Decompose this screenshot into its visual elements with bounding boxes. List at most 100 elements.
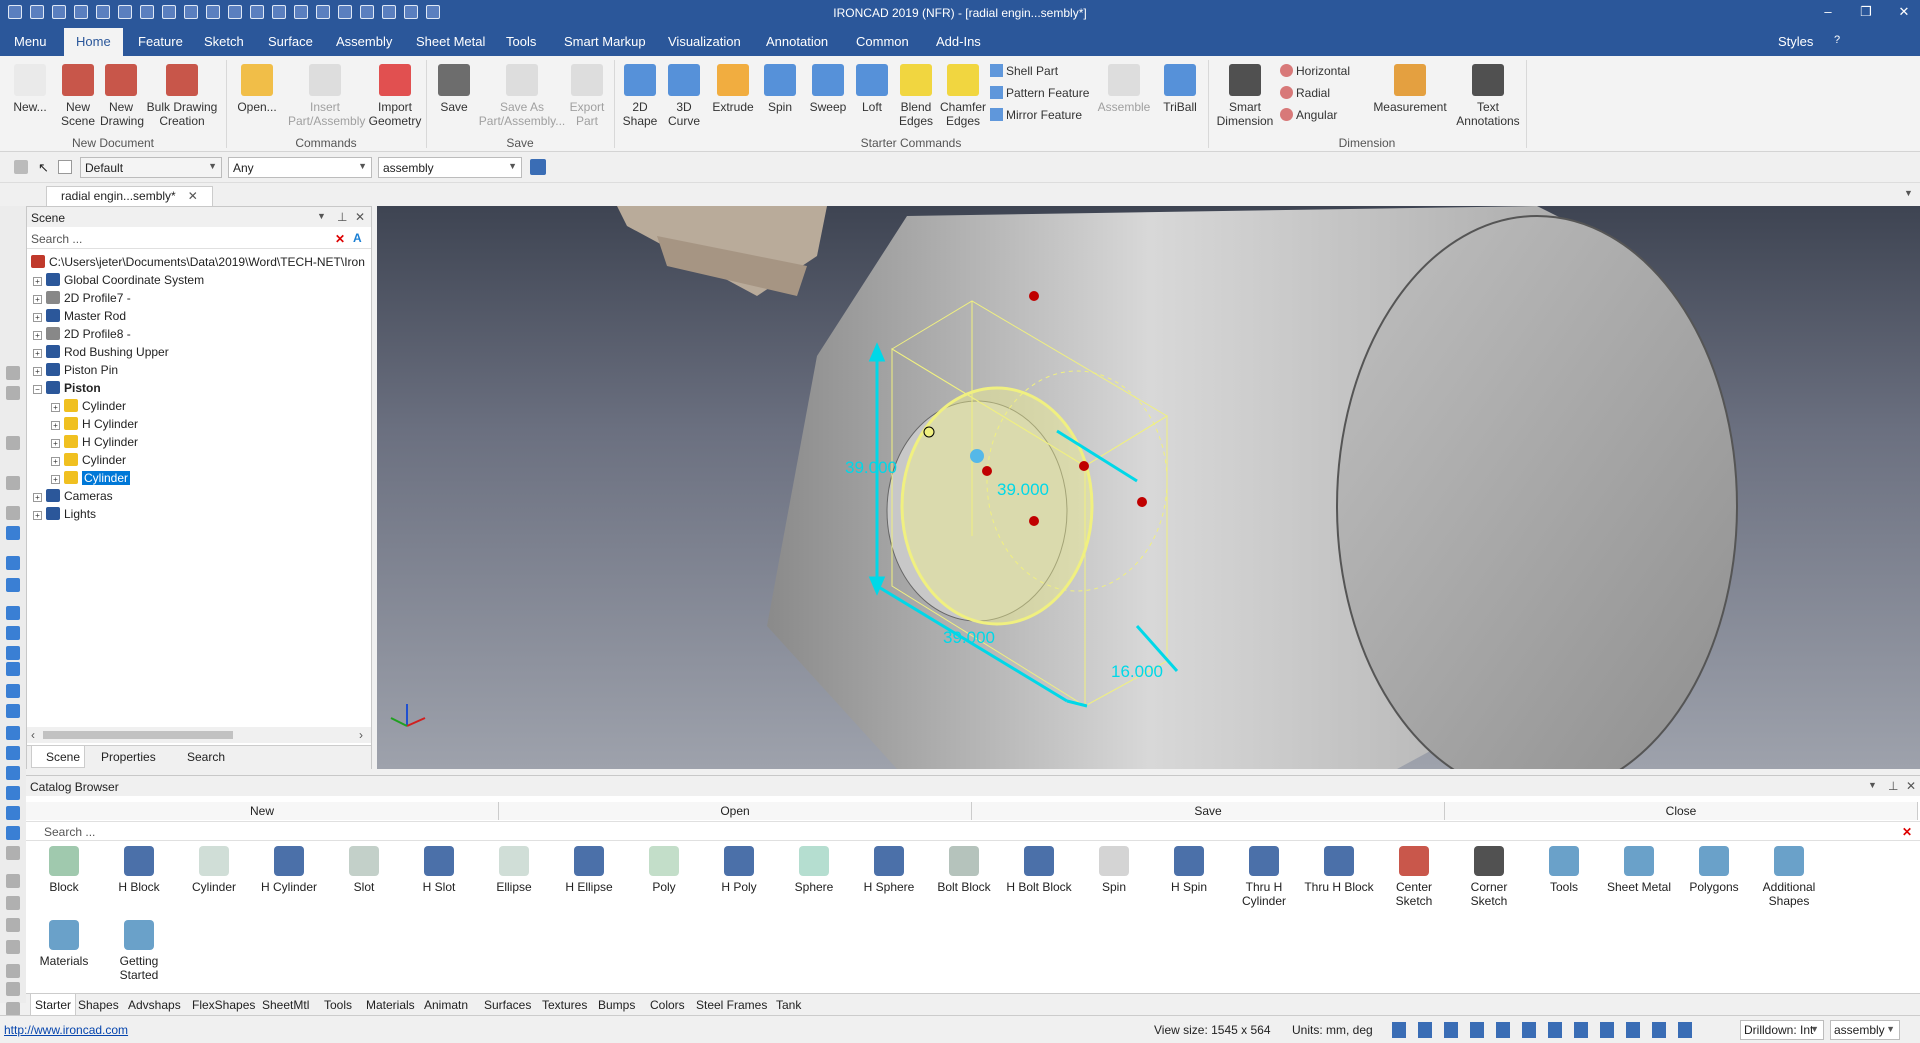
catalog-tab-sheetmtl[interactable]: SheetMtl bbox=[262, 998, 309, 1012]
catalog-item-center-sketch[interactable]: Center Sketch bbox=[1377, 846, 1451, 908]
select-filter-icon[interactable] bbox=[14, 160, 28, 174]
tool-icon[interactable] bbox=[6, 684, 20, 698]
ribbon-button-export-part[interactable]: Export Part bbox=[566, 64, 608, 128]
catalog-item-sphere[interactable]: Sphere bbox=[777, 846, 851, 894]
tool-icon[interactable] bbox=[6, 726, 20, 740]
document-tab[interactable]: radial engin...sembly* ✕ bbox=[46, 186, 213, 206]
ribbon-button-bulk-drawing-creation[interactable]: Bulk Drawing Creation bbox=[146, 64, 218, 128]
small-button-radial[interactable]: Radial bbox=[1280, 86, 1330, 100]
ribbon-button-open-[interactable]: Open... bbox=[232, 64, 282, 114]
tool-icon[interactable] bbox=[6, 476, 20, 490]
tree-item[interactable]: + Cameras bbox=[33, 489, 113, 503]
catalog-tab-surfaces[interactable]: Surfaces bbox=[484, 998, 531, 1012]
tool-icon[interactable] bbox=[6, 386, 20, 400]
catalog-tab-tank[interactable]: Tank bbox=[776, 998, 801, 1012]
catalog-item-slot[interactable]: Slot bbox=[327, 846, 401, 894]
tool-icon[interactable] bbox=[6, 366, 20, 380]
tool-icon[interactable] bbox=[6, 436, 20, 450]
ribbon-button-smart-dimension[interactable]: Smart Dimension bbox=[1212, 64, 1278, 128]
expand-icon[interactable]: + bbox=[33, 313, 42, 322]
catalog-item-sheet-metal[interactable]: Sheet Metal bbox=[1602, 846, 1676, 894]
tree-item[interactable]: + H Cylinder bbox=[51, 435, 138, 449]
quick-access-icon[interactable] bbox=[96, 5, 110, 19]
chevron-down-icon[interactable]: ▼ bbox=[1868, 780, 1877, 790]
expand-icon[interactable]: + bbox=[33, 295, 42, 304]
quick-access-icon[interactable] bbox=[272, 5, 286, 19]
restore-icon[interactable]: ❐ bbox=[1856, 4, 1876, 20]
catalog-tab-shapes[interactable]: Shapes bbox=[78, 998, 119, 1012]
expand-icon[interactable]: + bbox=[51, 475, 60, 484]
tree-root[interactable]: C:\Users\jeter\Documents\Data\2019\Word\… bbox=[31, 255, 365, 269]
3d-viewport[interactable]: 39.000 39.000 39.000 16.000 bbox=[377, 206, 1920, 769]
catalog-item-getting-started[interactable]: Getting Started bbox=[102, 920, 176, 982]
quick-access-icon[interactable] bbox=[338, 5, 352, 19]
expand-icon[interactable]: + bbox=[51, 403, 60, 412]
close-icon[interactable]: ✕ bbox=[355, 210, 365, 224]
tool-icon[interactable] bbox=[6, 506, 20, 520]
ribbon-button-save[interactable]: Save bbox=[434, 64, 474, 114]
tool-icon[interactable] bbox=[6, 626, 20, 640]
quick-access-icon[interactable] bbox=[250, 5, 264, 19]
ribbon-button-new-[interactable]: New... bbox=[8, 64, 52, 114]
catalog-item-tools[interactable]: Tools bbox=[1527, 846, 1601, 894]
scroll-left-icon[interactable]: ‹ bbox=[31, 728, 35, 742]
catalog-item-block[interactable]: Block bbox=[27, 846, 101, 894]
expand-icon[interactable]: + bbox=[33, 511, 42, 520]
tool-icon[interactable] bbox=[6, 606, 20, 620]
scene-footer-tab-scene[interactable]: Scene bbox=[31, 746, 85, 768]
tree-item[interactable]: + Rod Bushing Upper bbox=[33, 345, 169, 359]
catalog-tab-animatn[interactable]: Animatn bbox=[424, 998, 468, 1012]
dimension-label[interactable]: 39.000 bbox=[845, 458, 897, 478]
catalog-item-h-spin[interactable]: H Spin bbox=[1152, 846, 1226, 894]
ribbon-button-3d-curve[interactable]: 3D Curve bbox=[664, 64, 704, 128]
ribbon-button-spin[interactable]: Spin bbox=[758, 64, 802, 114]
catalog-save-button[interactable]: Save bbox=[972, 802, 1445, 820]
handle-point[interactable] bbox=[1029, 516, 1039, 526]
scene-footer-tab-properties[interactable]: Properties bbox=[87, 750, 171, 764]
search-options-icon[interactable]: A bbox=[353, 231, 362, 245]
window-select-icon[interactable] bbox=[58, 160, 72, 174]
quick-access-icon[interactable] bbox=[184, 5, 198, 19]
tool-icon[interactable] bbox=[6, 766, 20, 780]
small-button-shell-part[interactable]: Shell Part bbox=[990, 64, 1058, 78]
view-tools-icons[interactable] bbox=[1392, 1022, 1702, 1038]
tree-item[interactable]: +2D Profile8 - bbox=[33, 327, 131, 341]
handle-point[interactable] bbox=[982, 466, 992, 476]
catalog-item-h-poly[interactable]: H Poly bbox=[702, 846, 776, 894]
catalog-item-thru-h-block[interactable]: Thru H Block bbox=[1302, 846, 1376, 894]
handle-point[interactable] bbox=[1079, 461, 1089, 471]
model-scene[interactable] bbox=[377, 206, 1920, 769]
small-button-pattern-feature[interactable]: Pattern Feature bbox=[990, 86, 1089, 100]
expand-icon[interactable]: + bbox=[33, 349, 42, 358]
tool-icon[interactable] bbox=[6, 746, 20, 760]
catalog-tab-steel-frames[interactable]: Steel Frames bbox=[696, 998, 767, 1012]
handle-point[interactable] bbox=[1137, 497, 1147, 507]
assembly-combo[interactable]: assembly ▼ bbox=[1830, 1020, 1900, 1040]
tool-icon[interactable] bbox=[6, 896, 20, 910]
expand-icon[interactable]: − bbox=[33, 385, 42, 394]
dimension-label[interactable]: 39.000 bbox=[943, 628, 995, 648]
catalog-close-button[interactable]: Close bbox=[1445, 802, 1918, 820]
quick-access-icon[interactable] bbox=[206, 5, 220, 19]
expand-icon[interactable]: + bbox=[51, 439, 60, 448]
tree-item[interactable]: + Global Coordinate System bbox=[33, 273, 204, 287]
quick-access-icon[interactable] bbox=[228, 5, 242, 19]
catalog-search-input[interactable]: Search ... ✕ bbox=[26, 821, 1920, 841]
ribbon-tab-annotation[interactable]: Annotation bbox=[766, 34, 828, 49]
small-button-mirror-feature[interactable]: Mirror Feature bbox=[990, 108, 1082, 122]
ribbon-tab-tools[interactable]: Tools bbox=[506, 34, 536, 49]
mode-combo[interactable]: assembly ▼ bbox=[378, 157, 522, 178]
tool-icon[interactable] bbox=[6, 846, 20, 860]
quick-access-icon[interactable] bbox=[294, 5, 308, 19]
ribbon-button-assemble[interactable]: Assemble bbox=[1096, 64, 1152, 114]
triball-center[interactable] bbox=[970, 449, 984, 463]
catalog-tab-colors[interactable]: Colors bbox=[650, 998, 685, 1012]
quick-access-icon[interactable] bbox=[426, 5, 440, 19]
quick-access-icon[interactable] bbox=[8, 5, 22, 19]
quick-access-icon[interactable] bbox=[382, 5, 396, 19]
catalog-tab-tools[interactable]: Tools bbox=[324, 998, 352, 1012]
filter-combo[interactable]: Any ▼ bbox=[228, 157, 372, 178]
catalog-item-h-cylinder[interactable]: H Cylinder bbox=[252, 846, 326, 894]
expand-icon[interactable]: + bbox=[33, 277, 42, 286]
tool-icon[interactable] bbox=[6, 874, 20, 888]
